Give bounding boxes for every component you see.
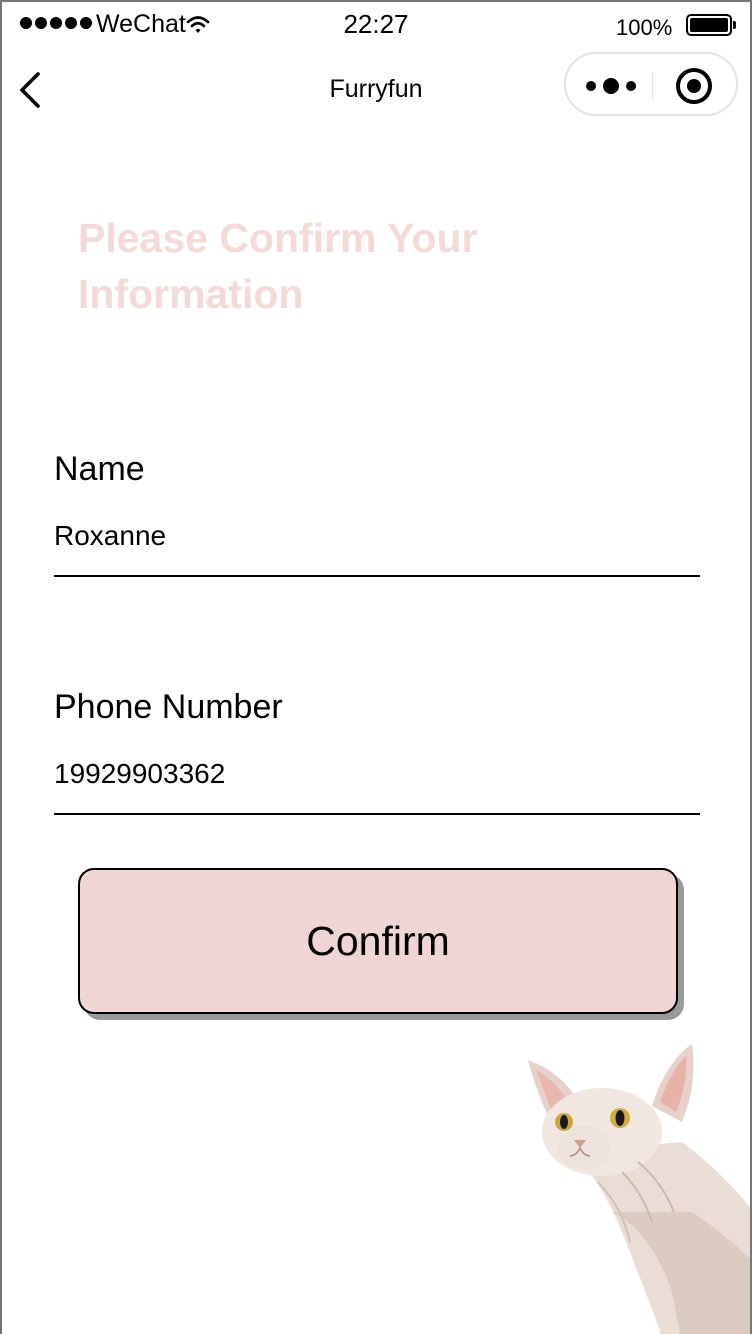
confirm-button[interactable]: Confirm — [78, 868, 678, 1014]
battery-icon — [686, 14, 736, 36]
cat-illustration — [528, 1044, 750, 1334]
phone-label: Phone Number — [54, 688, 283, 726]
capsule-divider — [652, 72, 653, 100]
name-input[interactable] — [54, 514, 700, 558]
name-underline — [54, 575, 700, 577]
mini-program-capsule — [564, 52, 738, 116]
page-heading: Please Confirm Your Information — [78, 215, 478, 317]
phone-underline — [54, 813, 700, 815]
navigation-bar: Furryfun — [2, 50, 750, 130]
status-bar: WeChat 22:27 100% — [2, 2, 750, 50]
close-icon[interactable] — [676, 68, 712, 104]
name-label: Name — [54, 450, 145, 488]
more-icon[interactable] — [586, 74, 636, 98]
battery-percentage: 100% — [616, 15, 673, 40]
phone-screen: WeChat 22:27 100% Furryfun Please Confir… — [0, 0, 752, 1334]
phone-input[interactable] — [54, 752, 700, 796]
